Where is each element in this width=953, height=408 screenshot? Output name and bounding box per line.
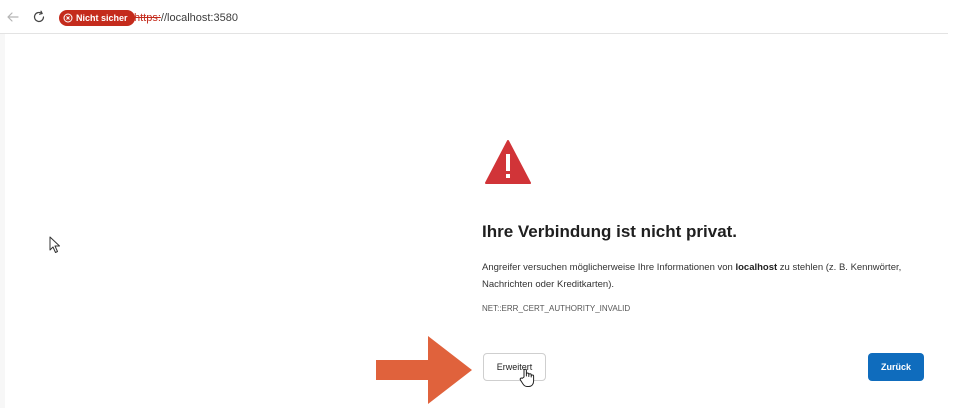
annotation-arrow-icon xyxy=(376,336,472,404)
back-arrow-icon xyxy=(7,12,19,22)
description-text-start: Angreifer versuchen möglicherweise Ihre … xyxy=(482,262,736,273)
advanced-button[interactable]: Erweitert xyxy=(483,353,546,381)
hand-pointer-icon xyxy=(519,368,535,387)
window-edge xyxy=(948,0,953,408)
warning-triangle-icon xyxy=(485,140,531,184)
mouse-pointer-icon xyxy=(49,236,60,253)
browser-toolbar: Nicht sicher https://localhost:3580 xyxy=(0,0,948,34)
reload-button[interactable] xyxy=(31,9,47,25)
back-to-safety-button[interactable]: Zurück xyxy=(868,353,924,381)
url-host: //localhost:3580 xyxy=(160,12,238,24)
description-host: localhost xyxy=(735,262,778,273)
error-code: NET::ERR_CERT_AUTHORITY_INVALID xyxy=(482,304,631,313)
page-title: Ihre Verbindung ist nicht privat. xyxy=(482,222,738,241)
address-bar[interactable]: https://localhost:3580 xyxy=(134,11,238,25)
page: Nicht sicher https://localhost:3580 Ihre… xyxy=(0,0,953,408)
shield-x-icon xyxy=(63,13,73,23)
error-description: Angreifer versuchen möglicherweise Ihre … xyxy=(482,259,922,293)
back-button[interactable] xyxy=(5,9,21,25)
sidebar-edge xyxy=(0,34,5,408)
security-indicator[interactable]: Nicht sicher xyxy=(59,10,135,26)
security-label: Nicht sicher xyxy=(76,13,128,23)
url-scheme: https: xyxy=(134,12,161,24)
reload-icon xyxy=(33,10,45,23)
